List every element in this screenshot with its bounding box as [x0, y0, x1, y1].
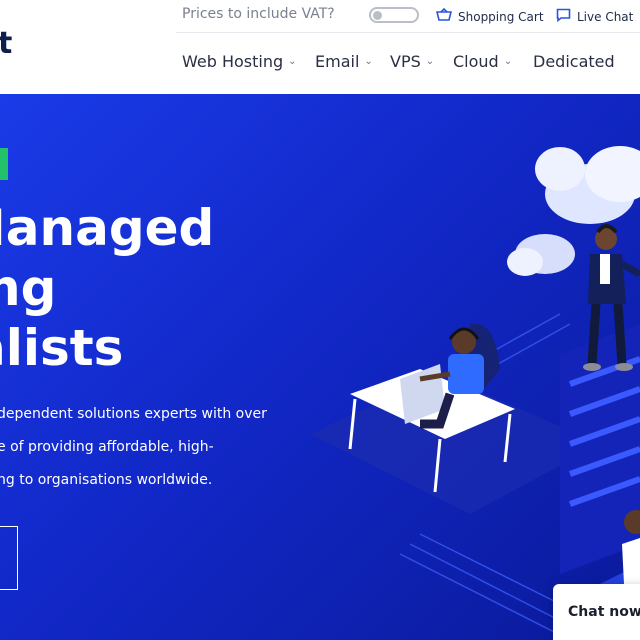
basket-icon	[435, 7, 453, 25]
vat-toggle[interactable]	[369, 7, 419, 23]
site-logo[interactable]: t	[0, 26, 12, 61]
nav-item-email[interactable]: Email ⌄	[315, 52, 373, 71]
shopping-cart-link[interactable]: Shopping Cart	[435, 7, 544, 25]
headline-line-2: ng	[0, 259, 57, 317]
utility-bar: Prices to include VAT? Shopping Cart Liv…	[176, 0, 640, 31]
shopping-cart-label: Shopping Cart	[458, 9, 544, 24]
site-header: t Prices to include VAT? Shopping Cart L…	[0, 0, 640, 94]
hosting-illustration	[310, 146, 640, 640]
hero-section: Managed ng alists dependent solutions ex…	[0, 94, 640, 640]
chevron-down-icon: ⌄	[425, 56, 435, 67]
nav-label: Dedicated	[533, 52, 615, 71]
chevron-down-icon: ⌄	[364, 56, 373, 67]
chevron-down-icon: ⌄	[288, 56, 297, 67]
nav-item-web-hosting[interactable]: Web Hosting ⌄	[182, 52, 297, 71]
nav-item-cloud[interactable]: Cloud ⌄	[453, 52, 512, 71]
nav-label: Web Hosting	[182, 52, 284, 71]
nav-label: Email	[315, 52, 360, 71]
chat-bubble-icon	[556, 8, 571, 25]
live-chat-label: Live Chat	[577, 9, 634, 24]
headline-line-3: alists	[0, 319, 124, 377]
nav-label: Cloud	[453, 52, 499, 71]
description-line-1: dependent solutions experts with over	[0, 406, 267, 422]
main-nav: Web Hosting ⌄ Email ⌄ VPS ⌄ Cloud ⌄ Dedi…	[176, 32, 640, 95]
vat-toggle-label: Prices to include VAT?	[182, 6, 335, 22]
description-line-3: ng to organisations worldwide.	[0, 472, 213, 488]
hero-headline: Managed ng alists	[0, 198, 214, 378]
nav-label: VPS	[390, 52, 421, 71]
headline-line-1: Managed	[0, 199, 215, 257]
live-chat-link[interactable]: Live Chat	[556, 8, 633, 25]
nav-item-dedicated[interactable]: Dedicated	[533, 52, 615, 71]
description-line-2: e of providing affordable, high-	[0, 439, 214, 455]
chevron-down-icon: ⌄	[503, 56, 513, 67]
toggle-knob	[373, 11, 382, 20]
hero-description: dependent solutions experts with over e …	[0, 398, 267, 497]
hero-cta-button[interactable]	[0, 526, 18, 590]
nav-item-vps[interactable]: VPS ⌄	[390, 52, 434, 71]
chat-now-widget[interactable]: Chat now	[553, 584, 640, 640]
hero-badge	[0, 148, 8, 180]
